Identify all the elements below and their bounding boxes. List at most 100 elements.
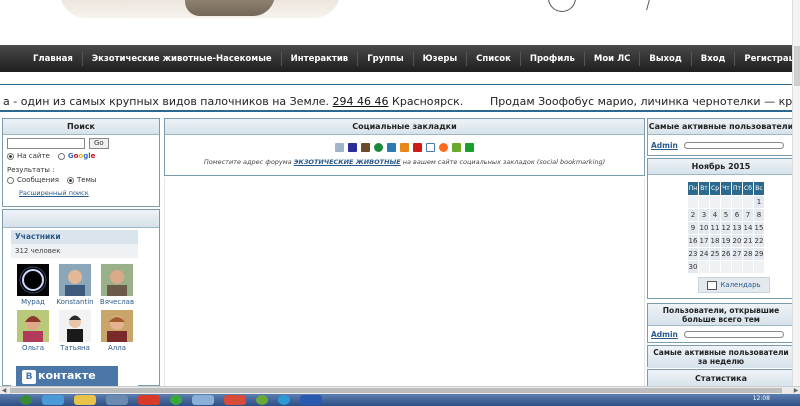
member-vyacheslav[interactable]: Вячеслав	[96, 264, 138, 306]
search-go-button[interactable]: Go	[89, 138, 109, 149]
calendar-day[interactable]: 12	[720, 221, 732, 235]
calendar-weekday: Пн	[687, 181, 699, 196]
admin-link[interactable]: Admin	[651, 141, 678, 150]
scroll-left-icon[interactable]: ◀	[0, 387, 8, 394]
blogmarks-icon[interactable]	[400, 143, 409, 152]
nav-item-0[interactable]: Главная	[24, 51, 83, 66]
live-icon[interactable]	[465, 143, 474, 152]
calendar-day[interactable]: 6	[731, 208, 743, 222]
calendar-day[interactable]: 2	[687, 208, 699, 222]
member-tatyana[interactable]: Татьяна	[54, 310, 96, 352]
calendar-day[interactable]: 8	[753, 208, 765, 222]
calendar-button[interactable]: Календарь	[698, 277, 770, 293]
calendar-empty-cell	[698, 195, 710, 209]
calendar-day[interactable]: 22	[753, 234, 765, 248]
reddit-icon[interactable]	[439, 143, 448, 152]
scroll-right-icon[interactable]: ▶	[792, 387, 800, 394]
activity-bar	[683, 331, 784, 338]
forum-link[interactable]: ЭКЗОТИЧЕСКИЕ ЖИВОТНЫЕ	[294, 158, 401, 166]
calendar-day[interactable]: 29	[753, 247, 765, 261]
member-name: Konstantin	[56, 298, 94, 306]
member-grid: Мурад Konstantin Вячеслав Ольга Татьяна	[11, 258, 138, 352]
nav-item-3[interactable]: Группы	[358, 51, 414, 66]
vertical-scrollbar[interactable]	[792, 0, 800, 390]
calendar-day[interactable]: 11	[709, 221, 721, 235]
taskbar-folder-icon[interactable]	[74, 395, 96, 405]
search-panel: Поиск Go На сайте Google Результаты : Со…	[2, 118, 160, 207]
google-bookmarks-icon[interactable]	[426, 143, 435, 152]
member-avatar	[59, 310, 91, 342]
nav-item-7[interactable]: Мои ЛС	[585, 51, 641, 66]
calendar-day[interactable]: 5	[720, 208, 732, 222]
digg-icon[interactable]	[335, 143, 344, 152]
taskbar-window-icon[interactable]	[192, 395, 214, 405]
admin-link[interactable]: Admin	[651, 330, 678, 339]
taskbar-media-icon[interactable]	[224, 395, 246, 405]
vkontakte-button[interactable]: Bконтакте	[16, 366, 118, 386]
nav-item-9[interactable]: Вход	[692, 51, 736, 66]
technorati-icon[interactable]	[374, 143, 383, 152]
start-icon[interactable]	[20, 395, 32, 405]
ticker-phone[interactable]: 294 46 46	[333, 95, 389, 108]
nav-item-1[interactable]: Экзотические животные-Насекомые	[83, 51, 282, 66]
calendar-day[interactable]: 26	[720, 247, 732, 261]
nav-item-5[interactable]: Список	[467, 51, 521, 66]
nav-item-10[interactable]: Регистрация	[735, 52, 800, 66]
taskbar-app-icon[interactable]	[106, 395, 128, 405]
calendar-day[interactable]: 10	[698, 221, 710, 235]
hscroll-thumb[interactable]	[10, 388, 782, 393]
nav-item-6[interactable]: Профиль	[521, 51, 585, 66]
search-input[interactable]	[7, 138, 85, 149]
taskbar-opera-icon[interactable]	[138, 395, 160, 405]
calendar-day[interactable]: 15	[753, 221, 765, 235]
stumbleupon-icon[interactable]	[452, 143, 461, 152]
taskbar-chat-icon[interactable]	[170, 395, 182, 405]
calendar-day[interactable]: 19	[720, 234, 732, 248]
messages-radio[interactable]	[7, 176, 14, 184]
calendar-day[interactable]: 9	[687, 221, 699, 235]
member-name: Мурад	[21, 298, 45, 306]
member-alla[interactable]: Алла	[96, 310, 138, 352]
calendar-day[interactable]: 4	[709, 208, 721, 222]
calendar-day[interactable]: 17	[698, 234, 710, 248]
scrollbar-thumb[interactable]	[794, 46, 800, 86]
calendar-day[interactable]: 14	[742, 221, 754, 235]
member-murad[interactable]: Мурад	[12, 264, 54, 306]
calendar-day[interactable]: 18	[709, 234, 721, 248]
calendar-day[interactable]: 20	[731, 234, 743, 248]
calendar-day[interactable]: 30	[687, 260, 699, 274]
topics-radio[interactable]	[67, 176, 75, 184]
calendar-day[interactable]: 28	[742, 247, 754, 261]
nav-item-8[interactable]: Выход	[640, 51, 692, 66]
calendar-day[interactable]: 7	[742, 208, 754, 222]
member-olga[interactable]: Ольга	[12, 310, 54, 352]
horizontal-scrollbar[interactable]: ◀ ▶	[0, 386, 800, 394]
yahoo-icon[interactable]	[413, 143, 422, 152]
furl-icon[interactable]	[387, 143, 396, 152]
nav-item-4[interactable]: Юзеры	[414, 51, 468, 66]
advanced-search-link[interactable]: Расширенный поиск	[3, 184, 159, 197]
calendar-day[interactable]: 16	[687, 234, 699, 248]
calendar-day[interactable]: 25	[709, 247, 721, 261]
calendar-day[interactable]: 21	[742, 234, 754, 248]
nav-item-2[interactable]: Интерактив	[282, 51, 359, 66]
delicious-icon[interactable]	[348, 143, 357, 152]
calendar-day[interactable]: 1	[753, 195, 765, 209]
calendar-day[interactable]: 13	[731, 221, 743, 235]
on-site-radio[interactable]	[7, 152, 14, 160]
members-title[interactable]: Участники	[11, 230, 138, 244]
google-radio[interactable]	[57, 152, 65, 160]
calendar-day[interactable]: 27	[731, 247, 743, 261]
taskbar-skype-icon[interactable]	[278, 395, 290, 405]
member-name: Ольга	[21, 344, 45, 352]
calendar-day[interactable]: 3	[698, 208, 710, 222]
calendar-day[interactable]: 23	[687, 247, 699, 261]
activity-bar	[683, 142, 784, 149]
taskbar-utorrent-icon[interactable]	[256, 395, 268, 405]
calendar-day[interactable]: 24	[698, 247, 710, 261]
newsvine-icon[interactable]	[361, 143, 370, 152]
member-konstantin[interactable]: Konstantin	[54, 264, 96, 306]
members-panel: Участники 312 человек Мурад Konstantin В…	[2, 209, 160, 387]
taskbar-word-icon[interactable]	[300, 395, 322, 405]
taskbar-ie-icon[interactable]	[42, 395, 64, 405]
